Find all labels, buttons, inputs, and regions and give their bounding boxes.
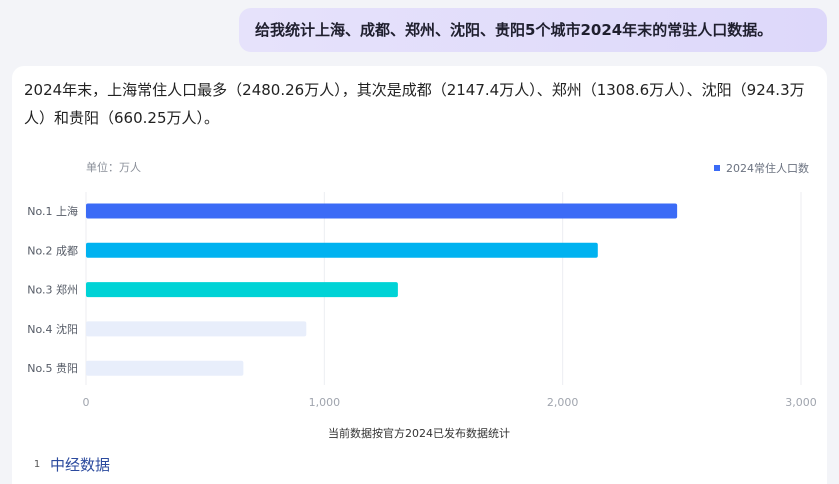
bar bbox=[86, 203, 678, 219]
category-label: No.2 成都 bbox=[27, 244, 78, 257]
bar bbox=[86, 360, 244, 376]
bar bbox=[86, 282, 398, 298]
category-label: No.1 上海 bbox=[27, 204, 78, 218]
x-tick-label: 0 bbox=[83, 396, 90, 409]
source-number: 1 bbox=[33, 458, 41, 470]
category-label: No.5 贵阳 bbox=[27, 362, 78, 375]
category-label: No.4 沈阳 bbox=[27, 322, 78, 336]
chat-page: 给我统计上海、成都、郑州、沈阳、贵阳5个城市2024年末的常驻人口数据。 202… bbox=[0, 0, 839, 484]
x-tick-label: 1,000 bbox=[309, 396, 341, 409]
population-bar-chart: 单位：万人 2024常住人口数 0 1,000 2,000 3,000 No.1 上海 No.… bbox=[27, 160, 817, 440]
x-tick-label: 3,000 bbox=[785, 396, 817, 409]
category-label: No.3 郑州 bbox=[27, 283, 78, 297]
legend-marker bbox=[714, 165, 720, 171]
bar bbox=[86, 242, 598, 258]
source-name: 中经数据 bbox=[50, 456, 111, 474]
legend-label: 2024常住人口数 bbox=[726, 161, 809, 175]
chart-footnote: 当前数据按官方2024已发布数据统计 bbox=[328, 426, 510, 440]
bar bbox=[86, 321, 307, 337]
source-link[interactable]: 1 中经数据 bbox=[30, 454, 110, 475]
chart-unit-label: 单位：万人 bbox=[86, 160, 141, 174]
x-tick-label: 2,000 bbox=[547, 396, 579, 409]
